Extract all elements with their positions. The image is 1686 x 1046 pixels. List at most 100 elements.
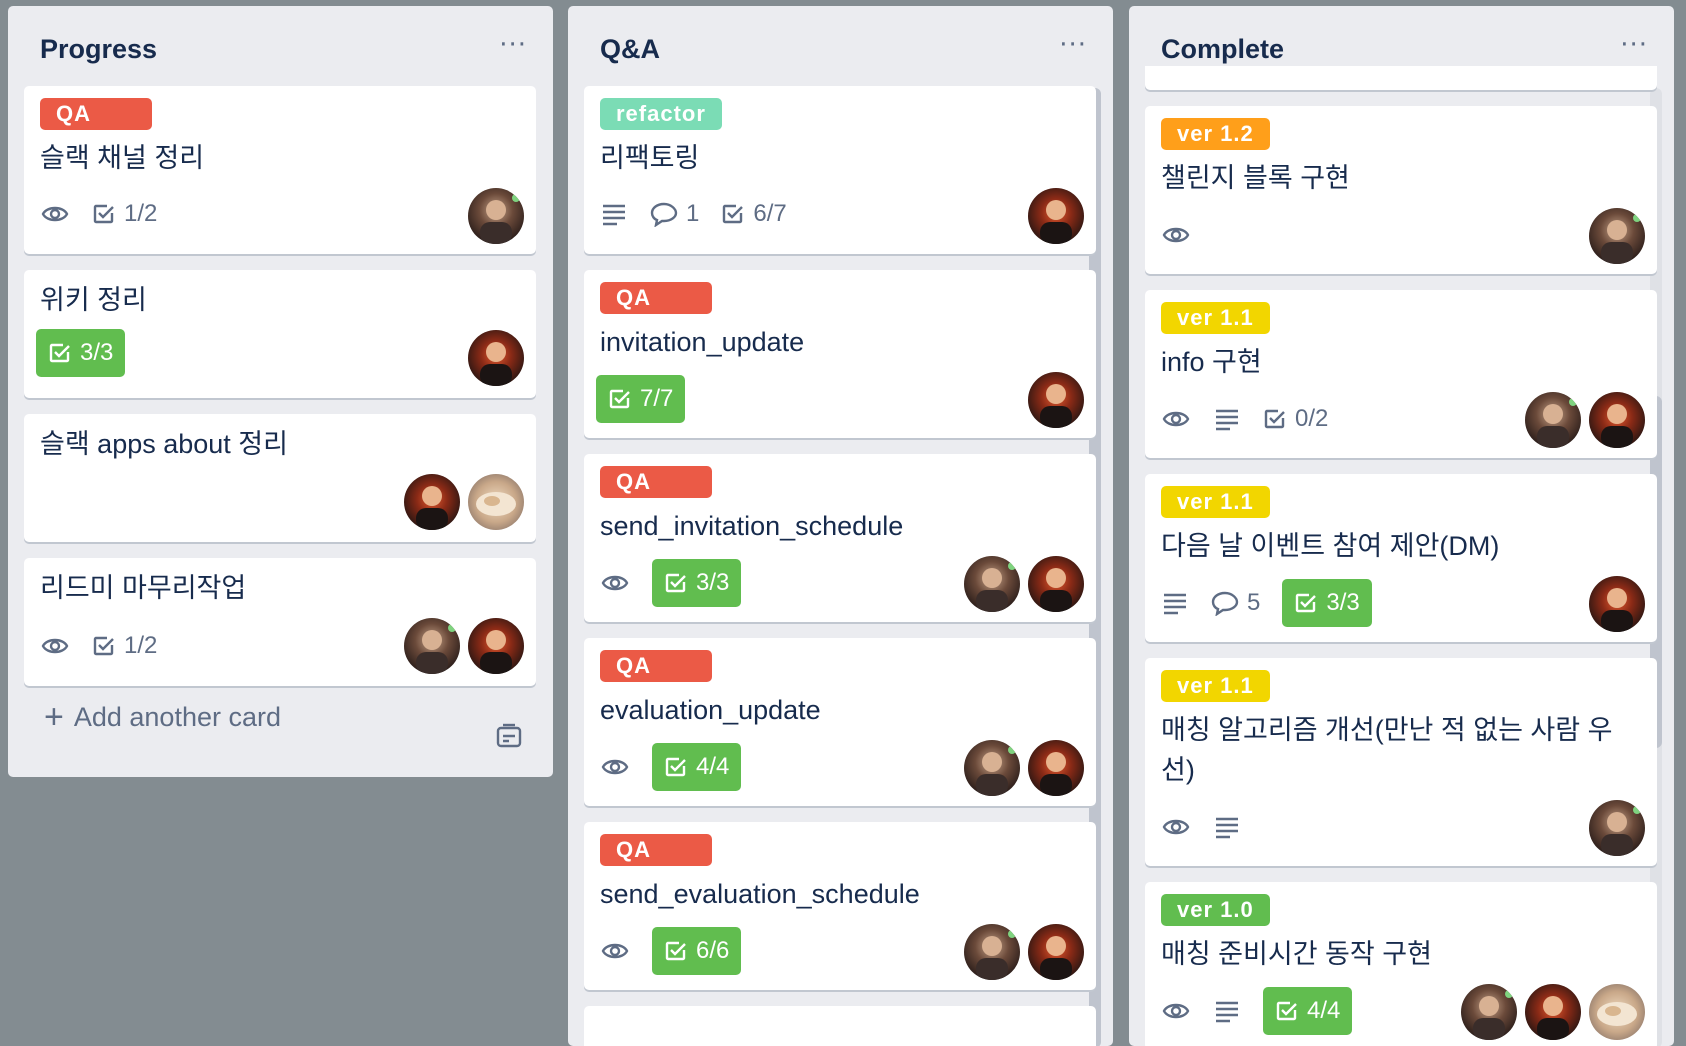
card-badges: 5 3/3 xyxy=(1161,579,1372,627)
card-badges: 1 6/7 xyxy=(600,191,787,237)
label-qa: QA xyxy=(40,98,152,130)
watch-icon xyxy=(40,200,70,228)
card[interactable]: 위키 정리 3/3 xyxy=(24,270,536,398)
avatar[interactable] xyxy=(1028,556,1084,612)
checklist-complete-badge: 4/4 xyxy=(652,743,742,791)
checklist-complete-badge: 3/3 xyxy=(36,329,126,377)
card-title: 위키 정리 xyxy=(40,285,147,315)
card[interactable]: ver 1.2 챌린지 블록 구현 xyxy=(1145,106,1657,274)
list-menu-icon[interactable]: ··· xyxy=(1059,30,1087,60)
checklist-badge: 6/7 xyxy=(721,200,787,228)
avatar[interactable] xyxy=(404,618,460,674)
list-title[interactable]: Q&A xyxy=(600,34,660,65)
description-icon xyxy=(600,202,628,226)
checklist-complete-badge: 7/7 xyxy=(596,375,686,423)
card-members xyxy=(964,924,1084,980)
card-members xyxy=(468,330,524,386)
card-title: 슬랙 apps about 정리 xyxy=(40,429,288,459)
card-title: evaluation_update xyxy=(600,695,821,725)
card-badges: 3/3 xyxy=(600,559,742,607)
avatar[interactable] xyxy=(1525,984,1581,1040)
avatar[interactable] xyxy=(964,740,1020,796)
list-header: Q&A ··· xyxy=(568,6,1113,86)
add-card-label: Add another card xyxy=(73,701,281,732)
card[interactable]: ver 1.1 info 구현 0/2 xyxy=(1145,290,1657,458)
list-header: Progress ··· xyxy=(8,6,553,86)
list-menu-icon[interactable]: ··· xyxy=(499,30,527,60)
avatar[interactable] xyxy=(964,556,1020,612)
avatar[interactable] xyxy=(1028,372,1084,428)
avatar[interactable] xyxy=(1589,392,1645,448)
card-members xyxy=(1028,188,1084,244)
add-card-button[interactable]: + Add another card xyxy=(44,700,281,734)
card[interactable] xyxy=(1145,66,1657,90)
avatar[interactable] xyxy=(964,924,1020,980)
card-badges: 7/7 xyxy=(596,375,686,423)
card[interactable]: QA send_evaluation_schedule 6/6 xyxy=(584,822,1096,990)
watch-icon xyxy=(1161,405,1191,433)
card-title: send_invitation_schedule xyxy=(600,511,904,541)
comment-count: 1 xyxy=(686,200,700,227)
avatar[interactable] xyxy=(1589,208,1645,264)
label-refactor: refactor xyxy=(600,98,722,130)
card-members xyxy=(404,474,524,530)
card[interactable]: refactor 리팩토링 1 6/7 xyxy=(584,86,1096,254)
avatar[interactable] xyxy=(1525,392,1581,448)
checklist-count: 3/3 xyxy=(696,569,730,596)
label-ver-1-0: ver 1.0 xyxy=(1161,894,1270,926)
card-badges: 4/4 xyxy=(1161,987,1353,1035)
card-badges: 4/4 xyxy=(600,743,742,791)
list-menu-icon[interactable]: ··· xyxy=(1620,30,1648,60)
avatar[interactable] xyxy=(468,618,524,674)
card[interactable]: ver 1.0 매칭 준비시간 동작 구현 4/4 xyxy=(1145,882,1657,1046)
list-qa: Q&A ··· refactor 리팩토링 1 6/7 QA invitatio… xyxy=(568,6,1113,1046)
list-title[interactable]: Progress xyxy=(40,34,157,65)
plus-icon: + xyxy=(44,698,64,736)
card[interactable]: QA 슬랙 채널 정리 1/2 xyxy=(24,86,536,254)
checklist-badge: 1/2 xyxy=(92,632,157,660)
card[interactable]: QA invitation_update 7/7 xyxy=(584,270,1096,438)
watch-icon xyxy=(1161,221,1191,249)
avatar[interactable] xyxy=(1028,740,1084,796)
comment-count: 5 xyxy=(1247,589,1261,616)
avatar[interactable] xyxy=(1461,984,1517,1040)
avatar[interactable] xyxy=(1589,800,1645,856)
card-title: 챌린지 블록 구현 xyxy=(1161,163,1350,193)
card-template-icon[interactable] xyxy=(495,722,523,750)
checklist-count: 4/4 xyxy=(696,753,730,780)
list-title[interactable]: Complete xyxy=(1161,34,1284,65)
card[interactable] xyxy=(584,1006,1096,1046)
avatar[interactable] xyxy=(468,330,524,386)
description-icon xyxy=(1161,591,1189,615)
checklist-count: 1/2 xyxy=(124,200,158,227)
card-title: 리드미 마무리작업 xyxy=(40,573,247,603)
card-badges xyxy=(1161,804,1241,850)
label-ver-1-2: ver 1.2 xyxy=(1161,118,1270,150)
card-members xyxy=(468,188,524,244)
card[interactable]: ver 1.1 매칭 알고리즘 개선(만난 적 없는 사람 우선) xyxy=(1145,658,1657,866)
avatar[interactable] xyxy=(468,188,524,244)
card[interactable]: QA send_invitation_schedule 3/3 xyxy=(584,454,1096,622)
card-members xyxy=(1525,392,1645,448)
avatar[interactable] xyxy=(1589,576,1645,632)
card-members xyxy=(1028,372,1084,428)
avatar[interactable] xyxy=(1028,924,1084,980)
checklist-count: 6/6 xyxy=(696,937,730,964)
checklist-complete-badge: 4/4 xyxy=(1263,987,1353,1035)
avatar[interactable] xyxy=(404,474,460,530)
comments-badge: 1 xyxy=(650,200,699,228)
card[interactable]: 리드미 마무리작업 1/2 xyxy=(24,558,536,686)
description-icon xyxy=(1213,407,1241,431)
checklist-count: 4/4 xyxy=(1307,997,1341,1024)
card[interactable]: 슬랙 apps about 정리 xyxy=(24,414,536,542)
label-qa: QA xyxy=(600,650,712,682)
card[interactable]: QA evaluation_update 4/4 xyxy=(584,638,1096,806)
avatar[interactable] xyxy=(1589,984,1645,1040)
checklist-count: 7/7 xyxy=(640,385,674,412)
card-title: 매칭 준비시간 동작 구현 xyxy=(1161,939,1432,969)
avatar[interactable] xyxy=(1028,188,1084,244)
card-title: 다음 날 이벤트 참여 제안(DM) xyxy=(1161,531,1500,561)
label-ver-1-1: ver 1.1 xyxy=(1161,670,1270,702)
card[interactable]: ver 1.1 다음 날 이벤트 참여 제안(DM) 5 3/3 xyxy=(1145,474,1657,642)
avatar[interactable] xyxy=(468,474,524,530)
